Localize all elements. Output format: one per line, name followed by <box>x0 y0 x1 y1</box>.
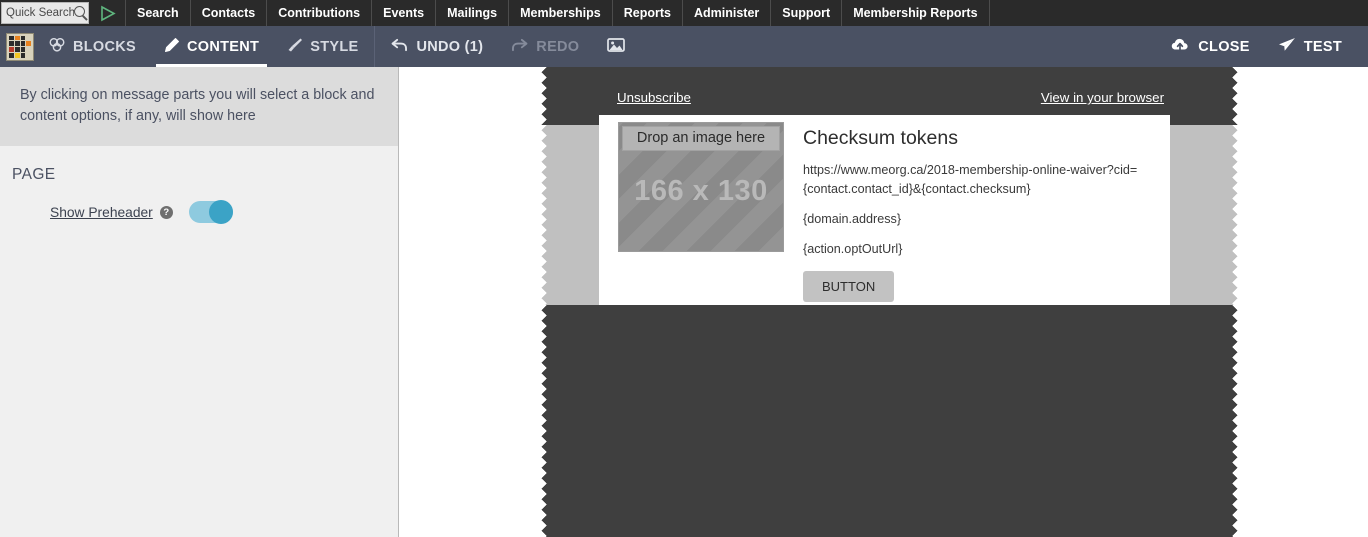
toolbar-divider <box>374 26 376 67</box>
test-label: TEST <box>1303 38 1342 55</box>
content-options-panel: By clicking on message parts you will se… <box>0 67 399 537</box>
tab-blocks[interactable]: BLOCKS <box>34 26 150 67</box>
content-left-sawtooth <box>536 125 547 305</box>
paper-plane-icon <box>1278 37 1296 56</box>
test-button[interactable]: TEST <box>1264 26 1356 67</box>
redo-arrow-icon <box>511 38 528 56</box>
nav-item-search[interactable]: Search <box>125 0 190 26</box>
nav-item-reports[interactable]: Reports <box>611 0 682 26</box>
panel-hint-text: By clicking on message parts you will se… <box>0 67 398 147</box>
content-text-column: Checksum tokens https://www.meorg.ca/201… <box>784 115 1170 305</box>
nav-item-administer[interactable]: Administer <box>681 0 770 26</box>
content-paragraph-optout[interactable]: {action.optOutUrl} <box>803 240 1152 259</box>
toggle-knob <box>208 200 233 225</box>
content-block[interactable]: Drop an image here 166 x 130 Checksum to… <box>599 115 1170 305</box>
page-section-title: PAGE <box>12 166 56 184</box>
image-drop-placeholder[interactable]: Drop an image here 166 x 130 <box>618 122 784 252</box>
search-input[interactable] <box>2 7 74 19</box>
help-icon[interactable]: ? <box>159 205 173 219</box>
close-button[interactable]: CLOSE <box>1157 26 1263 67</box>
show-preheader-label[interactable]: Show Preheader <box>50 205 153 220</box>
nav-item-events[interactable]: Events <box>371 0 435 26</box>
preheader-right-sawtooth <box>1232 67 1243 125</box>
blocks-icon <box>48 37 66 56</box>
search-icon[interactable] <box>74 6 85 17</box>
footer-left-sawtooth <box>536 305 547 537</box>
content-heading[interactable]: Checksum tokens <box>803 127 1152 150</box>
undo-button[interactable]: UNDO (1) <box>377 26 497 67</box>
tab-content[interactable]: CONTENT <box>150 26 273 67</box>
redo-label: REDO <box>536 38 580 55</box>
undo-label: UNDO (1) <box>416 38 484 55</box>
image-gallery-icon <box>607 37 626 56</box>
nav-item-mailings[interactable]: Mailings <box>435 0 508 26</box>
redo-button[interactable]: REDO <box>497 26 593 67</box>
unsubscribe-link[interactable]: Unsubscribe <box>617 90 691 105</box>
nav-item-contributions[interactable]: Contributions <box>266 0 371 26</box>
nav-item-membership-reports[interactable]: Membership Reports <box>841 0 990 26</box>
content-left-gutter <box>547 125 606 305</box>
content-cta-button[interactable]: BUTTON <box>803 270 895 302</box>
undo-arrow-icon <box>391 38 408 56</box>
content-paragraph-url[interactable]: https://www.meorg.ca/2018-membership-onl… <box>803 161 1152 199</box>
email-preview-canvas: Unsubscribe View in your browser Drop an… <box>400 67 1368 537</box>
image-drop-label: Drop an image here <box>622 126 780 151</box>
tab-style-label: STYLE <box>310 38 359 55</box>
image-dimensions-label: 166 x 130 <box>634 175 768 207</box>
civicrm-main-nav: Search Contacts Contributions Events Mai… <box>0 0 1368 26</box>
email-footer-body[interactable] <box>547 305 1232 537</box>
mosaico-logo-icon <box>6 32 34 61</box>
show-preheader-row: Show Preheader ? <box>0 200 398 225</box>
image-gallery-button[interactable] <box>593 26 639 67</box>
quick-search-box[interactable] <box>1 2 89 24</box>
tab-blocks-label: BLOCKS <box>73 38 137 55</box>
nav-item-support[interactable]: Support <box>770 0 841 26</box>
editor-toolbar: BLOCKS CONTENT STYLE UNDO (1) REDO CLOSE… <box>0 26 1368 67</box>
nav-item-memberships[interactable]: Memberships <box>508 0 612 26</box>
paintbrush-icon <box>287 37 303 57</box>
pencil-icon <box>164 37 180 57</box>
main-menu: Search Contacts Contributions Events Mai… <box>125 0 990 26</box>
view-in-browser-link[interactable]: View in your browser <box>1041 90 1164 105</box>
show-preheader-toggle[interactable] <box>188 200 233 225</box>
content-right-gutter <box>1170 125 1232 305</box>
content-right-sawtooth <box>1232 125 1243 305</box>
tab-content-label: CONTENT <box>187 38 260 55</box>
nav-item-contacts[interactable]: Contacts <box>189 0 266 26</box>
cloud-upload-icon <box>1171 37 1190 56</box>
home-play-icon[interactable] <box>89 0 125 26</box>
close-label: CLOSE <box>1198 38 1250 55</box>
content-paragraph-domain[interactable]: {domain.address} <box>803 210 1152 229</box>
preheader-left-sawtooth <box>536 67 547 125</box>
footer-right-sawtooth <box>1232 305 1243 537</box>
tab-style[interactable]: STYLE <box>273 26 372 67</box>
